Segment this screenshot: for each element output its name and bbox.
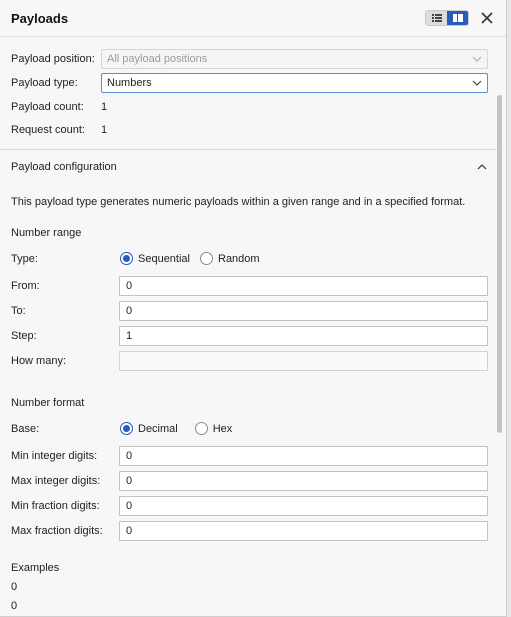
min-fraction-field[interactable]: 0 bbox=[119, 496, 488, 516]
radio-decimal[interactable]: Decimal bbox=[120, 422, 178, 435]
payload-position-select[interactable]: All payload positions bbox=[101, 49, 488, 69]
examples-heading-row: Examples bbox=[11, 561, 486, 575]
close-button[interactable] bbox=[479, 10, 495, 26]
to-value: 0 bbox=[126, 305, 133, 317]
number-format-heading: Number format bbox=[11, 397, 85, 409]
request-count-row: Request count: 1 bbox=[11, 123, 486, 137]
radio-random-indicator[interactable] bbox=[200, 252, 213, 265]
max-integer-value: 0 bbox=[126, 475, 133, 487]
example-row: 0 bbox=[11, 580, 486, 594]
payload-count-label: Payload count: bbox=[11, 101, 84, 113]
description-row: This payload type generates numeric payl… bbox=[11, 195, 486, 209]
range-type-radio-group: Sequential Random bbox=[120, 252, 260, 265]
payload-configuration-header[interactable]: Payload configuration bbox=[11, 159, 488, 175]
payloads-panel: Payloads Payload position: All payload p… bbox=[0, 0, 507, 617]
max-integer-label: Max integer digits: bbox=[11, 475, 101, 487]
payload-count-row: Payload count: 1 bbox=[11, 100, 486, 114]
base-label: Base: bbox=[11, 423, 40, 435]
min-fraction-value: 0 bbox=[126, 500, 133, 512]
payload-position-value: All payload positions bbox=[107, 53, 208, 65]
step-value: 1 bbox=[126, 330, 133, 342]
radio-decimal-label: Decimal bbox=[138, 422, 178, 435]
step-label: Step: bbox=[11, 330, 37, 342]
max-fraction-label: Max fraction digits: bbox=[11, 525, 103, 537]
radio-hex-indicator[interactable] bbox=[194, 422, 208, 435]
close-icon bbox=[481, 12, 493, 24]
to-field[interactable]: 0 bbox=[119, 301, 488, 321]
chevron-down-icon bbox=[472, 80, 482, 86]
radio-decimal-indicator[interactable] bbox=[120, 422, 133, 435]
panel-header: Payloads bbox=[0, 0, 506, 37]
split-view-button[interactable] bbox=[447, 11, 468, 25]
example-row: 0 bbox=[11, 599, 486, 613]
examples-heading: Examples bbox=[11, 562, 60, 574]
from-value: 0 bbox=[126, 280, 133, 292]
base-row: Base: bbox=[11, 421, 486, 437]
radio-random-label: Random bbox=[218, 252, 260, 265]
payload-type-value: Numbers bbox=[107, 77, 152, 89]
number-range-heading: Number range bbox=[11, 227, 82, 239]
request-count-label: Request count: bbox=[11, 124, 85, 136]
radio-sequential-label: Sequential bbox=[138, 252, 190, 265]
panel-title: Payloads bbox=[11, 10, 69, 26]
split-view-icon bbox=[452, 14, 463, 22]
payload-configuration-title: Payload configuration bbox=[11, 161, 117, 173]
payload-type-label: Payload type: bbox=[11, 77, 78, 89]
radio-random[interactable]: Random bbox=[200, 252, 260, 265]
step-field[interactable]: 1 bbox=[119, 326, 488, 346]
max-fraction-field[interactable]: 0 bbox=[119, 521, 488, 541]
payload-description: This payload type generates numeric payl… bbox=[11, 196, 466, 208]
max-integer-field[interactable]: 0 bbox=[119, 471, 488, 491]
chevron-down-icon bbox=[472, 56, 482, 62]
base-radio-group: Decimal Hex bbox=[120, 422, 232, 435]
chevron-up-icon[interactable] bbox=[476, 161, 488, 173]
radio-sequential[interactable]: Sequential bbox=[120, 252, 190, 265]
vertical-scrollbar[interactable] bbox=[496, 37, 502, 616]
payload-count-value: 1 bbox=[101, 101, 108, 113]
section-divider bbox=[0, 149, 502, 150]
request-count-value: 1 bbox=[101, 124, 108, 136]
list-view-button[interactable] bbox=[426, 11, 447, 25]
max-fraction-value: 0 bbox=[126, 525, 133, 537]
min-integer-value: 0 bbox=[126, 450, 133, 462]
how-many-field[interactable] bbox=[119, 351, 488, 371]
example-value: 0 bbox=[11, 581, 18, 593]
from-label: From: bbox=[11, 280, 40, 292]
how-many-label: How many: bbox=[11, 355, 67, 367]
min-integer-field[interactable]: 0 bbox=[119, 446, 488, 466]
min-fraction-label: Min fraction digits: bbox=[11, 500, 100, 512]
to-label: To: bbox=[11, 305, 26, 317]
number-format-heading-row: Number format bbox=[11, 396, 486, 410]
radio-hex[interactable]: Hex bbox=[194, 422, 233, 435]
payload-type-select[interactable]: Numbers bbox=[101, 73, 488, 93]
payload-position-label: Payload position: bbox=[11, 53, 95, 65]
scrollbar-thumb[interactable] bbox=[497, 95, 502, 433]
number-range-heading-row: Number range bbox=[11, 226, 486, 240]
list-view-icon bbox=[431, 14, 442, 22]
view-toggle[interactable] bbox=[425, 10, 469, 26]
example-value: 0 bbox=[11, 600, 18, 612]
from-field[interactable]: 0 bbox=[119, 276, 488, 296]
radio-sequential-indicator[interactable] bbox=[120, 252, 133, 265]
min-integer-label: Min integer digits: bbox=[11, 450, 98, 462]
range-type-label: Type: bbox=[11, 253, 38, 265]
radio-hex-label: Hex bbox=[212, 422, 233, 435]
